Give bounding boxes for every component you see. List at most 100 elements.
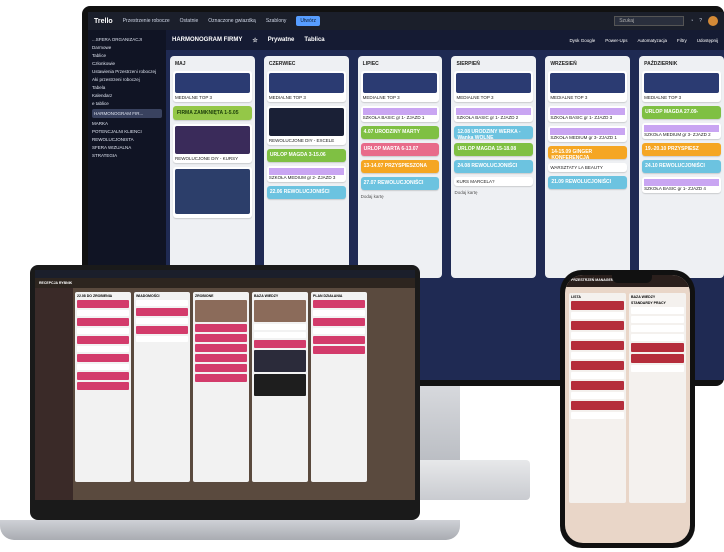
card[interactable] [254, 340, 306, 348]
card[interactable]: URLOP MARTA 6-13.07 [360, 143, 440, 156]
card[interactable] [631, 334, 684, 341]
board-title[interactable]: PRZESTRZEŃ MANAGER [571, 278, 613, 284]
card[interactable]: 4.07 URODZINY MARTY [360, 126, 440, 139]
card[interactable]: SZKOŁA BASIC gr 1- ZJAZD 4 [642, 177, 721, 193]
card[interactable] [571, 392, 624, 399]
add-card-button[interactable]: Dodaj kartę [454, 190, 533, 195]
sidebar-item[interactable]: Aki przestrzeni roboczej [92, 77, 162, 82]
notifications-icon[interactable]: ◔ [690, 18, 693, 24]
card[interactable] [77, 300, 129, 308]
sidebar-item[interactable]: MARKA [92, 121, 162, 126]
card[interactable]: 14-15.09 GINGER KONFERENCJA [548, 146, 628, 161]
card[interactable]: 24.08 REWOLUCJONIŚCI [454, 160, 534, 173]
search-input[interactable]: Szukaj [614, 16, 685, 26]
card[interactable] [195, 364, 247, 372]
card[interactable]: SZKOŁA BASIC gr 1- ZJAZD 1 [360, 106, 440, 122]
list-title[interactable]: BAZA WIEDZY [631, 295, 684, 299]
card[interactable] [631, 307, 684, 314]
card[interactable]: MEDIALNE TOP 3 [642, 71, 721, 102]
menu-recent[interactable]: Ostatnie [180, 18, 199, 24]
trello-logo[interactable]: Trello [94, 18, 113, 25]
card-image[interactable] [254, 350, 306, 372]
card[interactable] [313, 336, 365, 344]
filter-button[interactable]: Filtry [677, 38, 687, 43]
card[interactable]: MEDIALNE TOP 3 [548, 71, 628, 102]
card[interactable] [254, 324, 306, 330]
list-title[interactable]: WIADOMOŚCI [136, 294, 188, 298]
menu-starred[interactable]: Oznaczone gwiazdką [208, 18, 256, 24]
card[interactable] [77, 346, 129, 352]
card[interactable] [77, 372, 129, 380]
card[interactable]: REWOLUCJONE DIY - EXCELE [266, 106, 346, 145]
card[interactable] [195, 334, 247, 342]
card[interactable]: MEDIALNE TOP 3 [360, 71, 440, 102]
list-title[interactable]: LISTA [571, 295, 624, 299]
card[interactable] [313, 346, 365, 354]
card[interactable]: SZKOŁA MEDIUM gr 3- ZJAZD 1 [548, 126, 628, 142]
sidebar-item-active[interactable]: HARMONOGRAM FIR... [92, 109, 162, 118]
card[interactable]: KURS MARCELA? [454, 177, 534, 186]
workspace-name[interactable]: ...SFERA ORGANIZACJI [92, 37, 162, 42]
card[interactable] [77, 328, 129, 334]
add-card-button[interactable]: Dodaj kartę [361, 194, 440, 199]
card[interactable] [195, 324, 247, 332]
card[interactable] [136, 308, 188, 316]
list-title[interactable]: WRZESIEŃ [550, 61, 625, 67]
sidebar-item[interactable]: Kalendarz [92, 93, 162, 98]
card[interactable]: SZKOŁA BASIC gr 1- ZJAZD 3 [548, 106, 628, 122]
card[interactable]: 12.08 URODZINY WERKA - Wanka WOLNE [454, 126, 534, 141]
card[interactable] [195, 344, 247, 352]
card[interactable] [571, 361, 624, 370]
board-title[interactable]: RECEPCJA RYBNIK [39, 281, 72, 285]
sidebar-item[interactable]: REWOLUCJONISTA [92, 137, 162, 142]
board-title[interactable]: HARMONOGRAM FIRMY [172, 37, 242, 43]
card[interactable] [195, 354, 247, 362]
card[interactable] [173, 167, 252, 218]
card[interactable] [136, 318, 188, 324]
list-title[interactable]: SIERPIEŃ [456, 61, 531, 67]
card[interactable]: SZKOŁA BASIC gr 1- ZJAZD 2 [454, 106, 534, 122]
card-image[interactable] [195, 300, 247, 322]
card[interactable] [313, 328, 365, 334]
card[interactable] [571, 352, 624, 359]
sidebar-item[interactable]: Tabela [92, 85, 162, 90]
card[interactable] [571, 381, 624, 390]
create-button[interactable]: Utwórz [296, 16, 320, 26]
list-title[interactable]: LIPIEC [363, 61, 438, 67]
menu-workspaces[interactable]: Przestrzenie robocze [123, 18, 170, 24]
card[interactable] [313, 300, 365, 308]
card[interactable] [77, 318, 129, 326]
card[interactable]: URLOP MAGDA 3-15.06 [266, 149, 346, 162]
list-title[interactable]: BAZA WIEDZY [254, 294, 306, 298]
card-image[interactable] [254, 374, 306, 396]
list-title[interactable]: ZROBIONE [195, 294, 247, 298]
help-icon[interactable]: ? [699, 18, 702, 24]
card[interactable] [254, 332, 306, 338]
list-title[interactable]: 22.08 DO ZROBIENIA [77, 294, 129, 298]
card[interactable] [571, 372, 624, 379]
sidebar-item[interactable]: Tablice [92, 53, 162, 58]
card[interactable]: 13-14.07 PRZYSPIESZONA [360, 160, 440, 173]
automation-button[interactable]: Automatyzacja [637, 38, 667, 43]
card[interactable] [631, 343, 684, 352]
card[interactable] [571, 332, 624, 339]
card[interactable] [313, 318, 365, 326]
card[interactable] [195, 374, 247, 382]
card[interactable]: 21.09 REWOLUCJONIŚCI [548, 176, 628, 189]
list-title[interactable]: MAJ [175, 61, 250, 67]
card[interactable] [136, 326, 188, 334]
card[interactable]: SZKOŁA MEDIUM gr 2- ZJAZD 3 [266, 166, 346, 182]
card[interactable] [77, 310, 129, 316]
card[interactable] [313, 310, 365, 316]
card[interactable]: URLOP MAGDA 15-18.08 [454, 143, 534, 156]
card[interactable] [571, 312, 624, 319]
visibility-button[interactable]: Prywatne [268, 37, 295, 43]
card[interactable] [571, 401, 624, 410]
sidebar-item[interactable]: Członkowie [92, 61, 162, 66]
card[interactable]: 24.10 REWOLUCJONIŚCI [642, 160, 721, 173]
sidebar-item[interactable]: STRATEGIA [92, 153, 162, 158]
card[interactable]: FIRMA ZAMKNIĘTA 1-5.05 [173, 106, 252, 120]
card[interactable] [571, 301, 624, 310]
star-icon[interactable]: ☆ [252, 37, 257, 44]
menu-templates[interactable]: Szablony [266, 18, 287, 24]
